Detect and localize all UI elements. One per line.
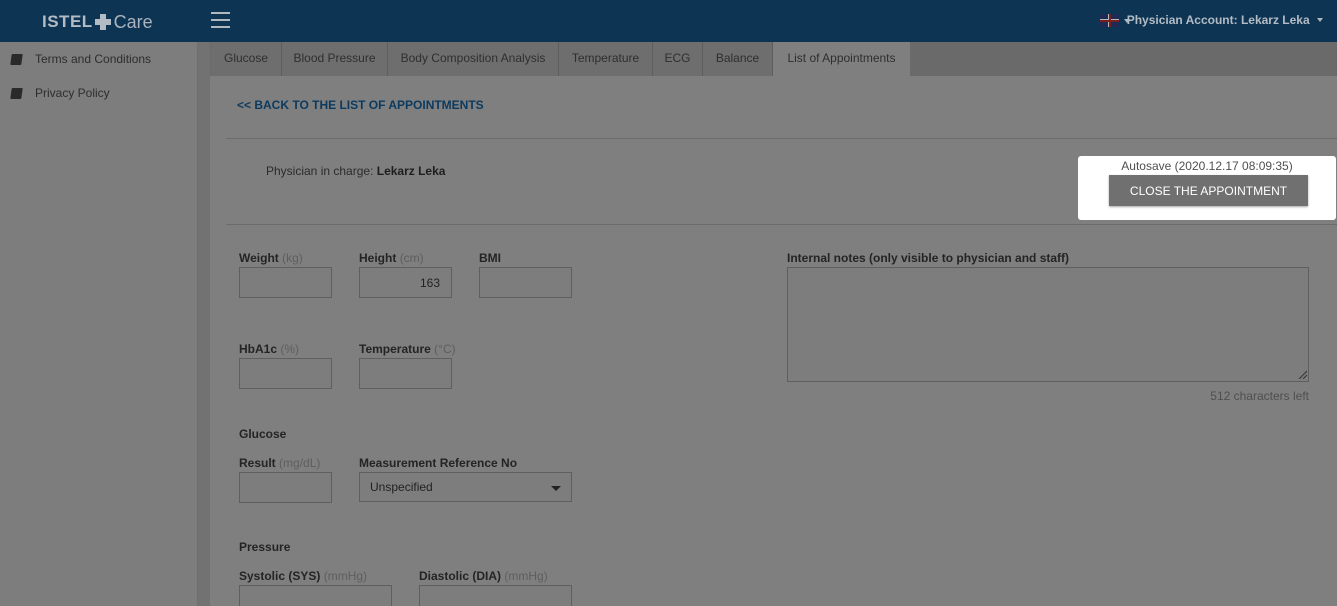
systolic-field[interactable] <box>239 585 392 606</box>
height-label: Height (cm) <box>359 251 424 265</box>
close-appointment-button[interactable]: CLOSE THE APPOINTMENT <box>1109 175 1308 206</box>
logo-suffix: Care <box>113 11 153 32</box>
account-chevron-down-icon <box>1317 18 1323 22</box>
sidebar-item-terms[interactable]: Terms and Conditions <box>0 42 197 76</box>
height-field[interactable] <box>359 267 452 298</box>
tab-ecg[interactable]: ECG <box>653 42 703 76</box>
measurement-ref-select[interactable]: Unspecified <box>359 472 572 502</box>
divider <box>226 138 1337 139</box>
hamburger-menu-icon[interactable] <box>211 12 230 28</box>
tab-balance[interactable]: Balance <box>703 42 773 76</box>
top-navbar: ISTEL Care Physician Account: Lekarz Lek… <box>0 0 1337 42</box>
resize-handle-icon[interactable] <box>1298 370 1307 379</box>
tab-list-of-appointments[interactable]: List of Appointments <box>773 42 910 76</box>
book-icon <box>10 53 23 65</box>
account-label: Physician Account: Lekarz Leka <box>1126 13 1310 27</box>
pressure-section-title: Pressure <box>239 540 291 554</box>
tab-blood-pressure[interactable]: Blood Pressure <box>282 42 388 76</box>
back-to-appointments-link[interactable]: << BACK TO THE LIST OF APPOINTMENTS <box>237 98 484 112</box>
chevron-down-icon <box>551 486 561 491</box>
logo-text: ISTEL <box>42 12 93 31</box>
glucose-section-title: Glucose <box>239 427 287 441</box>
bmi-field[interactable] <box>479 267 572 298</box>
physician-label: Physician in charge: <box>266 164 377 178</box>
sidebar-item-label: Privacy Policy <box>35 86 110 100</box>
glucose-result-label: Result (mg/dL) <box>239 456 321 470</box>
weight-field[interactable] <box>239 267 332 298</box>
bmi-label: BMI <box>479 251 501 265</box>
book-icon <box>10 87 23 99</box>
weight-label: Weight (kg) <box>239 251 303 265</box>
divider <box>226 224 1337 225</box>
characters-left-counter: 512 characters left <box>1210 389 1309 403</box>
account-menu[interactable]: Physician Account: Lekarz Leka <box>1127 13 1323 27</box>
tab-body-composition[interactable]: Body Composition Analysis <box>388 42 559 76</box>
measurement-ref-label: Measurement Reference No <box>359 456 518 470</box>
tab-glucose[interactable]: Glucose <box>211 42 282 76</box>
sidebar-divider <box>198 42 210 606</box>
uk-flag-icon[interactable] <box>1100 14 1119 27</box>
systolic-label: Systolic (SYS) (mmHg) <box>239 569 368 583</box>
diastolic-field[interactable] <box>419 585 572 606</box>
hba1c-label: HbA1c (%) <box>239 342 300 356</box>
hba1c-field[interactable] <box>239 358 332 389</box>
glucose-result-field[interactable] <box>239 472 332 503</box>
sidebar: Terms and Conditions Privacy Policy <box>0 42 198 606</box>
sidebar-item-privacy[interactable]: Privacy Policy <box>0 76 197 110</box>
internal-notes-textarea[interactable] <box>787 267 1309 382</box>
autosave-status: Autosave (2020.12.17 08:09:35) <box>1121 159 1293 173</box>
diastolic-label: Diastolic (DIA) (mmHg) <box>419 569 548 583</box>
measurement-ref-value: Unspecified <box>370 480 433 494</box>
temperature-label: Temperature (°C) <box>359 342 456 356</box>
medical-cross-icon <box>94 14 111 30</box>
istel-care-logo[interactable]: ISTEL Care <box>42 10 153 34</box>
internal-notes-label: Internal notes (only visible to physicia… <box>787 251 1070 265</box>
tab-temperature[interactable]: Temperature <box>559 42 653 76</box>
temperature-field[interactable] <box>359 358 452 389</box>
sidebar-item-label: Terms and Conditions <box>35 52 152 66</box>
tab-bar: Glucose Blood Pressure Body Composition … <box>210 42 1337 76</box>
physician-name: Lekarz Leka <box>376 164 446 178</box>
physician-in-charge: Physician in charge: Lekarz Leka <box>266 164 445 178</box>
